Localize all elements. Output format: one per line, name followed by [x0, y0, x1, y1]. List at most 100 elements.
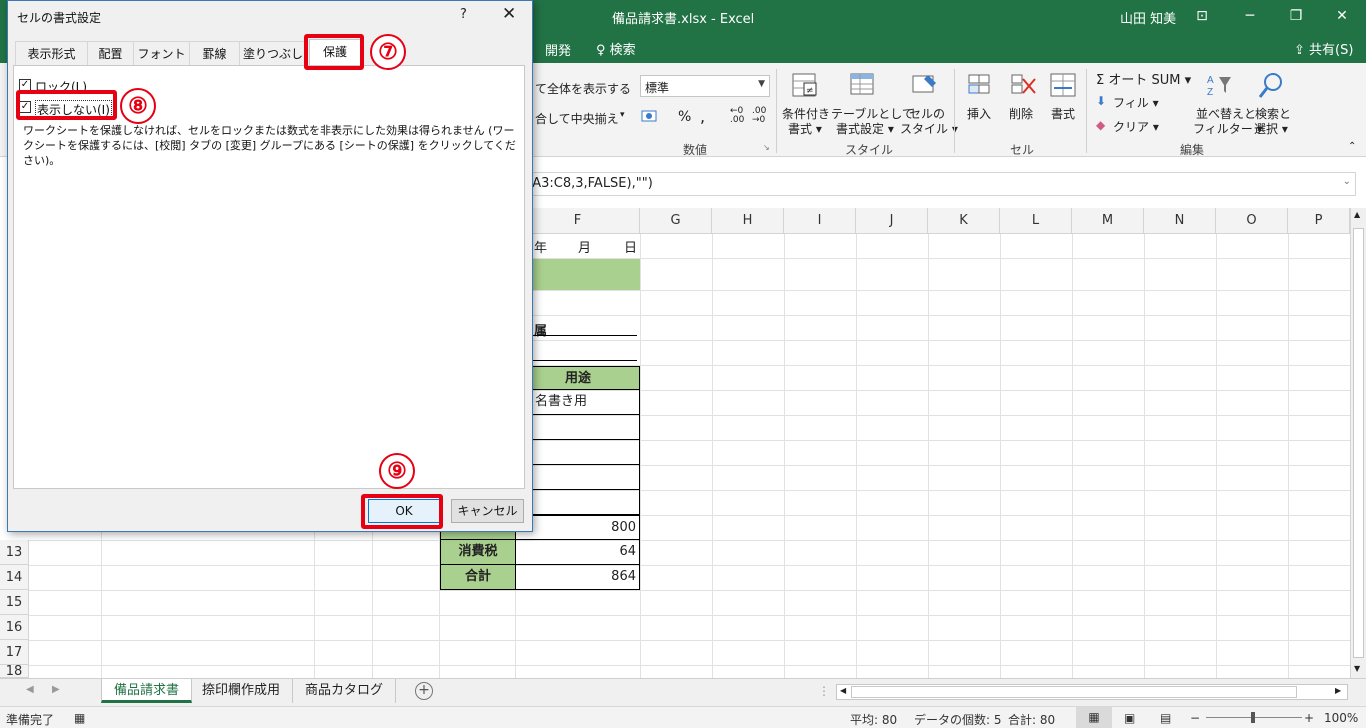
merge-dropdown-icon[interactable]: ▾: [620, 110, 625, 120]
tab-fill[interactable]: 塗りつぶし: [239, 41, 307, 65]
user-name[interactable]: 山田 知美: [1120, 8, 1176, 27]
conditional-format-label-2[interactable]: 書式 ▾: [788, 120, 822, 137]
column-header-h[interactable]: H: [712, 208, 784, 234]
page-break-preview-icon[interactable]: ▤: [1160, 711, 1171, 725]
insert-label[interactable]: 挿入: [967, 105, 991, 122]
sheet-tab-seal[interactable]: 捺印欄作成用: [190, 679, 294, 703]
merge-center-button[interactable]: 合して中央揃え: [535, 110, 619, 127]
vertical-scrollbar[interactable]: ▲ ▼: [1350, 208, 1366, 678]
delete-cells-icon[interactable]: [1008, 71, 1038, 101]
comma-button[interactable]: ,: [700, 107, 705, 126]
collapse-ribbon-icon[interactable]: ⌃: [1348, 141, 1356, 152]
sort-filter-icon[interactable]: A Z: [1205, 71, 1235, 101]
sheet-tab-catalog[interactable]: 商品カタログ: [293, 679, 397, 703]
sheet-next-icon[interactable]: ▶: [52, 684, 60, 695]
row-header-15[interactable]: 15: [0, 590, 29, 615]
subtotal-value-cell[interactable]: 800: [516, 515, 640, 540]
decrease-decimal-icon[interactable]: .00 →0: [752, 107, 766, 125]
restore-button[interactable]: ❐: [1276, 4, 1316, 28]
increase-decimal-icon[interactable]: ←0.00: [730, 107, 744, 125]
tax-value-cell[interactable]: 64: [516, 540, 640, 565]
usage-cell-3[interactable]: [516, 440, 640, 465]
row-header-14[interactable]: 14: [0, 565, 29, 590]
cell-affiliation[interactable]: 属: [534, 320, 547, 339]
window-close-button[interactable]: ✕: [1322, 4, 1362, 28]
zoom-slider-thumb[interactable]: [1251, 712, 1255, 723]
conditional-format-icon[interactable]: ≠: [790, 71, 820, 101]
scroll-down-icon[interactable]: ▼: [1354, 664, 1360, 673]
sheet-tab-invoice[interactable]: 備品請求書: [101, 679, 193, 703]
tab-alignment[interactable]: 配置: [87, 41, 133, 65]
percent-button[interactable]: %: [678, 109, 691, 125]
close-icon[interactable]: ✕: [502, 4, 516, 24]
format-as-table-icon[interactable]: [848, 71, 878, 101]
scroll-right-icon[interactable]: ▶: [1335, 686, 1341, 695]
scroll-left-icon[interactable]: ◀: [840, 686, 846, 695]
delete-label[interactable]: 削除: [1009, 105, 1033, 122]
column-header-m[interactable]: M: [1072, 208, 1144, 234]
formula-input[interactable]: !A3:C8,3,FALSE),"") ⌄: [520, 172, 1356, 196]
tell-me-search[interactable]: ♀ 検索: [596, 39, 636, 58]
autosum-button[interactable]: Σ オート SUM ▾: [1096, 69, 1191, 88]
fill-down-icon[interactable]: ⬇: [1096, 94, 1106, 108]
total-value-cell[interactable]: 864: [516, 565, 640, 590]
share-button[interactable]: ⇪ 共有(S): [1294, 39, 1353, 58]
macro-record-icon[interactable]: ▦: [74, 711, 85, 725]
minimize-button[interactable]: ─: [1230, 4, 1270, 28]
column-header-k[interactable]: K: [928, 208, 1000, 234]
column-header-p[interactable]: P: [1288, 208, 1350, 234]
sort-filter-label-2[interactable]: フィルター ▾: [1193, 120, 1263, 137]
total-label-cell[interactable]: 合計: [440, 565, 516, 590]
row-header-17[interactable]: 17: [0, 640, 29, 665]
eraser-icon[interactable]: ◆: [1096, 118, 1105, 132]
cell-styles-label-2[interactable]: スタイル ▾: [900, 120, 958, 137]
zoom-in-icon[interactable]: +: [1304, 711, 1314, 725]
insert-cells-icon[interactable]: [965, 71, 995, 101]
cell-month[interactable]: 月: [578, 237, 591, 256]
usage-cell-5[interactable]: [516, 490, 640, 515]
format-label[interactable]: 書式: [1051, 105, 1075, 122]
normal-view-icon[interactable]: ▦: [1076, 707, 1112, 728]
cell-day[interactable]: 日: [624, 237, 637, 256]
tab-font[interactable]: フォント: [133, 41, 189, 65]
usage-header-cell[interactable]: 用途: [516, 366, 640, 390]
column-header-l[interactable]: L: [1000, 208, 1072, 234]
help-icon[interactable]: ?: [460, 7, 467, 22]
column-header-g[interactable]: G: [640, 208, 712, 234]
tab-border[interactable]: 罫線: [189, 41, 239, 65]
find-select-label-2[interactable]: 選択 ▾: [1254, 120, 1288, 137]
find-select-icon[interactable]: [1256, 71, 1286, 101]
add-sheet-button[interactable]: +: [415, 682, 433, 700]
clear-button[interactable]: クリア ▾: [1113, 118, 1159, 135]
usage-cell-1[interactable]: 名書き用: [516, 390, 640, 415]
page-layout-icon[interactable]: ▣: [1124, 711, 1135, 725]
ribbon-display-options-icon[interactable]: ⊡: [1182, 4, 1222, 28]
zoom-out-icon[interactable]: −: [1190, 711, 1200, 725]
currency-icon[interactable]: [640, 107, 662, 127]
cell-year[interactable]: 年: [534, 237, 547, 256]
scroll-up-icon[interactable]: ▲: [1354, 210, 1360, 219]
column-header-n[interactable]: N: [1144, 208, 1216, 234]
row-header-16[interactable]: 16: [0, 615, 29, 640]
cell-styles-icon[interactable]: [910, 71, 940, 101]
scrollbar-thumb[interactable]: [851, 686, 1297, 698]
column-header-f[interactable]: F: [516, 208, 640, 234]
cancel-button[interactable]: キャンセル: [451, 499, 524, 523]
row-header-13[interactable]: 13: [0, 540, 29, 565]
column-header-j[interactable]: J: [856, 208, 928, 234]
number-format-select[interactable]: 標準 ▼: [640, 75, 770, 97]
tab-number[interactable]: 表示形式: [15, 41, 87, 65]
tax-label-cell[interactable]: 消費税: [440, 540, 516, 565]
column-header-i[interactable]: I: [784, 208, 856, 234]
sheet-prev-icon[interactable]: ◀: [26, 684, 34, 695]
usage-cell-4[interactable]: [516, 465, 640, 490]
format-cells-icon[interactable]: [1048, 71, 1078, 101]
tab-developer[interactable]: 開発: [545, 40, 571, 59]
row-header-18[interactable]: 18: [0, 665, 29, 678]
number-launcher-icon[interactable]: ↘: [763, 143, 770, 152]
title-band-cell[interactable]: [516, 259, 640, 290]
scrollbar-thumb[interactable]: [1353, 228, 1364, 658]
format-as-table-label-2[interactable]: 書式設定 ▾: [836, 120, 894, 137]
horizontal-scrollbar[interactable]: ◀ ▶: [836, 684, 1348, 700]
usage-cell-2[interactable]: [516, 415, 640, 440]
